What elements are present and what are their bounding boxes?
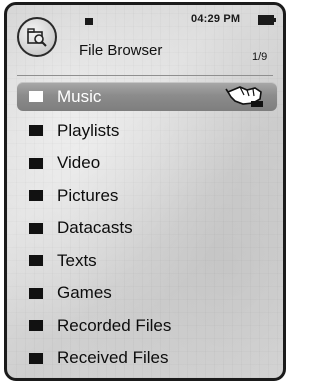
list-item-recorded-files[interactable]: Recorded Files [7,310,283,343]
folder-icon [29,287,43,299]
list-item-label: Datacasts [57,218,133,238]
list-item-label: Texts [57,250,97,270]
folder-icon [29,125,43,137]
device-screen: 04:29 PM File Browser 1/9 Music Playlist… [4,2,286,381]
folder-icon [29,320,43,332]
battery-icon [258,15,276,25]
list-item-label: Pictures [57,185,119,205]
header-divider [17,75,273,76]
pointer-hand-icon [225,86,263,107]
folder-icon [29,255,43,267]
folder-icon [29,222,43,234]
folder-icon [29,190,43,202]
list-item-label: Received Files [57,348,169,368]
folder-icon [29,157,43,169]
list-item-datacasts[interactable]: Datacasts [7,212,283,245]
folder-list: Music Playlists Video Pictures Datacasts [7,82,283,375]
header: 04:29 PM File Browser 1/9 [7,5,283,81]
list-item-music[interactable]: Music [17,82,277,111]
folder-icon [29,352,43,364]
list-item-received-files[interactable]: Received Files [7,342,283,375]
signal-icon [85,18,93,25]
list-item-playlists[interactable]: Playlists [7,115,283,148]
list-item-label: Video [57,153,101,173]
page-title: File Browser [79,42,163,59]
list-item-pictures[interactable]: Pictures [7,180,283,213]
list-item-texts[interactable]: Texts [7,245,283,278]
page-counter: 1/9 [252,51,268,63]
list-item-label: Playlists [57,120,120,140]
folder-icon [29,91,43,102]
list-item-games[interactable]: Games [7,277,283,310]
list-item-label: Recorded Files [57,315,172,335]
clock: 04:29 PM [191,13,241,25]
file-browser-icon [17,17,57,57]
list-item-label: Games [57,283,112,303]
list-item-video[interactable]: Video [7,147,283,180]
list-item-label: Music [57,86,102,106]
